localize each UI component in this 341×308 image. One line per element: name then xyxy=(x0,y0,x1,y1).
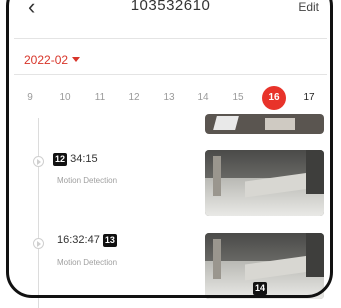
caret-down-icon xyxy=(72,57,81,63)
play-icon[interactable] xyxy=(33,156,44,167)
date-item[interactable]: 14 xyxy=(191,86,215,110)
month-label: 2022-02 xyxy=(24,53,69,67)
play-icon[interactable] xyxy=(33,238,44,249)
event-time-text: 34:15 xyxy=(70,153,98,165)
event-time: 16:32:47 13 xyxy=(57,234,117,247)
date-item[interactable]: 13 xyxy=(157,86,181,110)
edit-button[interactable]: Edit xyxy=(298,0,319,14)
annotation-badge: 14 xyxy=(253,282,268,295)
date-item[interactable]: 17 xyxy=(297,86,321,110)
date-item-selected[interactable]: 16 xyxy=(262,86,286,110)
app-screen: ‹ 103532610 Edit 2022-02 9 10 11 12 13 1… xyxy=(0,0,341,308)
date-item[interactable]: 10 xyxy=(53,86,77,110)
date-item[interactable]: 11 xyxy=(88,86,112,110)
date-item[interactable]: 12 xyxy=(122,86,146,110)
header-divider xyxy=(14,38,327,39)
device-title: 103532610 xyxy=(130,0,211,14)
event-time: 12 34:15 xyxy=(53,153,98,166)
event-type: Motion Detection xyxy=(57,176,118,185)
annotation-badge: 12 xyxy=(53,153,68,166)
event-time-text: 16:32:47 xyxy=(57,234,100,246)
month-divider xyxy=(14,74,327,75)
date-strip: 9 10 11 12 13 14 15 16 17 xyxy=(14,86,330,110)
event-thumbnail[interactable]: 14 xyxy=(205,233,324,299)
event-thumbnail-partial[interactable] xyxy=(205,114,324,134)
annotation-badge: 13 xyxy=(102,234,117,247)
date-item[interactable]: 9 xyxy=(18,86,42,110)
month-selector[interactable]: 2022-02 xyxy=(24,53,81,67)
event-thumbnail[interactable] xyxy=(205,150,324,216)
top-bar: ‹ 103532610 Edit xyxy=(0,0,341,30)
timeline-line xyxy=(38,118,39,308)
event-type: Motion Detection xyxy=(57,258,118,267)
date-item[interactable]: 15 xyxy=(226,86,250,110)
